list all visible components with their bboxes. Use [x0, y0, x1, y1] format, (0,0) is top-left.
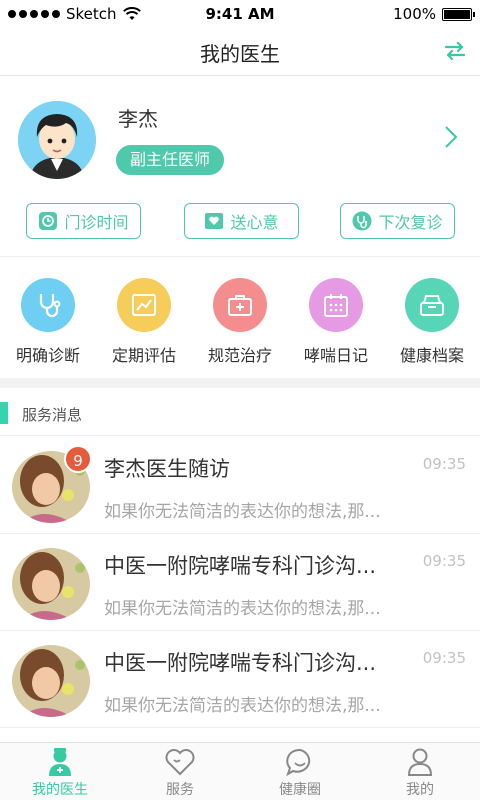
- switch-icon[interactable]: [442, 38, 468, 64]
- tab-me[interactable]: 我的: [360, 743, 480, 800]
- tab-service[interactable]: 服务: [120, 743, 240, 800]
- message-item[interactable]: 中医一附院哮喘专科门诊沟... 09:35 如果你无法简洁的表达你的想法,那..…: [0, 631, 480, 728]
- section-accent-bar: [0, 402, 8, 424]
- unread-count-badge: 9: [64, 445, 92, 473]
- grid-label: 规范治疗: [207, 346, 272, 365]
- chart-icon: [132, 294, 156, 316]
- nav-bar: 我的医生: [0, 28, 480, 76]
- message-avatar: [12, 645, 90, 717]
- grid-label: 健康档案: [399, 346, 464, 365]
- message-preview: 如果你无法简洁的表达你的想法,那...: [104, 599, 381, 619]
- section-title: 服务消息: [22, 406, 83, 424]
- message-title: 中医一附院哮喘专科门诊沟...: [104, 554, 377, 578]
- tab-my-doctor[interactable]: 我的医生: [0, 743, 120, 800]
- section-header: 服务消息: [0, 388, 480, 436]
- chevron-right-icon[interactable]: [444, 125, 458, 149]
- battery-percent: 100%: [393, 5, 436, 23]
- grid-label: 哮喘日记: [303, 346, 368, 365]
- next-visit-label: 下次复诊: [378, 213, 443, 232]
- grid-label: 明确诊断: [15, 346, 80, 365]
- message-preview: 如果你无法简洁的表达你的想法,那...: [104, 696, 381, 716]
- message-avatar: [12, 548, 90, 620]
- clinic-time-icon: [39, 212, 58, 230]
- chat-icon: [286, 748, 311, 777]
- feature-grid: 明确诊断 定期评估 规范治疗 哮喘日记 健康档案: [0, 258, 480, 376]
- doctor-avatar: [18, 101, 96, 179]
- doctor-title-badge: 副主任医师: [116, 145, 225, 175]
- grid-item-diagnosis[interactable]: 明确诊断: [0, 278, 96, 368]
- grid-item-diary[interactable]: 哮喘日记: [288, 278, 384, 368]
- message-item[interactable]: 中医一附院哮喘专科门诊沟... 09:35 如果你无法简洁的表达你的想法,那..…: [0, 534, 480, 631]
- page-title: 我的医生: [200, 42, 280, 66]
- battery-icon: [442, 7, 475, 21]
- grid-item-treatment[interactable]: 规范治疗: [192, 278, 288, 368]
- status-bar: Sketch 9:41 AM 100%: [0, 0, 480, 28]
- grid-item-records[interactable]: 健康档案: [384, 278, 480, 368]
- calendar-icon: [324, 294, 348, 317]
- tab-label: 服务: [166, 782, 194, 798]
- message-time: 09:35: [422, 552, 466, 570]
- clinic-time-button[interactable]: 门诊时间: [26, 203, 141, 239]
- stethoscope-icon: [352, 211, 372, 231]
- message-time: 09:35: [422, 455, 466, 473]
- message-title: 中医一附院哮喘专科门诊沟...: [104, 651, 377, 675]
- tab-health-circle[interactable]: 健康圈: [240, 743, 360, 800]
- message-time: 09:35: [422, 649, 466, 667]
- send-gratitude-label: 送心意: [230, 213, 279, 232]
- doctor-actions: 门诊时间 送心意 下次复诊: [0, 203, 480, 243]
- send-gratitude-button[interactable]: 送心意: [184, 203, 299, 239]
- doctor-icon: [49, 748, 71, 776]
- medkit-icon: [228, 295, 252, 316]
- tab-bar: 我的医生 服务 健康圈 我的: [0, 742, 480, 800]
- gift-heart-icon: [205, 213, 224, 229]
- stethoscope-icon: [39, 294, 61, 318]
- message-item[interactable]: 9 李杰医生随访 09:35 如果你无法简洁的表达你的想法,那...: [0, 437, 480, 534]
- grid-label: 定期评估: [111, 346, 176, 365]
- tab-label: 健康圈: [279, 782, 321, 798]
- doctor-card[interactable]: 李杰 副主任医师 门诊时间 送心意 下次复诊: [0, 77, 480, 257]
- user-icon: [407, 748, 433, 776]
- tab-label: 我的医生: [32, 782, 88, 798]
- heart-icon: [165, 749, 195, 776]
- archive-icon: [420, 295, 444, 316]
- divider: [0, 378, 480, 388]
- doctor-name: 李杰: [118, 107, 158, 131]
- tab-label: 我的: [406, 782, 434, 798]
- clinic-time-label: 门诊时间: [64, 213, 129, 232]
- next-visit-button[interactable]: 下次复诊: [340, 203, 455, 239]
- message-preview: 如果你无法简洁的表达你的想法,那...: [104, 502, 381, 522]
- message-title: 李杰医生随访: [104, 457, 230, 481]
- grid-item-assessment[interactable]: 定期评估: [96, 278, 192, 368]
